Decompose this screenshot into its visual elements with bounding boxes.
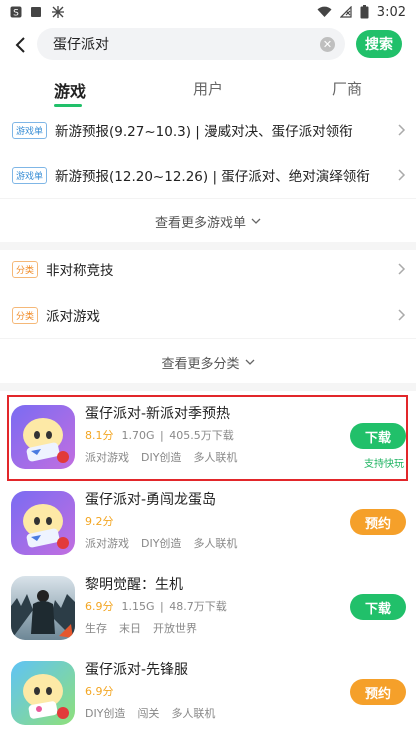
game-tag: DIY创造	[141, 537, 182, 550]
game-item[interactable]: 蛋仔派对-勇闯龙蛋岛 9.2分 派对游戏 DIY创造 多人联机 预约	[0, 483, 416, 567]
game-tags: 派对游戏 DIY创造 多人联机	[85, 449, 249, 465]
game-tags: DIY创造 闯关 多人联机	[85, 705, 227, 721]
search-input-value: 蛋仔派对	[53, 37, 109, 53]
more-game-lists-link[interactable]: 查看更多游戏单	[0, 201, 416, 241]
game-item[interactable]: 蛋仔派对-先锋服 6.9分 DIY创造 闯关 多人联机 预约	[0, 653, 416, 737]
game-name: 蛋仔派对-先锋服	[85, 662, 189, 678]
divider	[0, 198, 416, 199]
clock: 3:02	[376, 4, 406, 20]
game-tag: 闯关	[137, 707, 160, 720]
category-row[interactable]: 分类 非对称竞技	[0, 247, 416, 291]
no-signal-icon	[339, 6, 352, 18]
svg-text:S: S	[13, 9, 19, 19]
more-categories-link[interactable]: 查看更多分类	[0, 342, 416, 382]
category-title: 非对称竞技	[46, 263, 114, 279]
chevron-right-icon	[398, 263, 406, 275]
game-meta: 6.9分 1.15G | 48.7万下载	[85, 600, 227, 613]
back-button[interactable]	[10, 31, 30, 59]
more-categories-label: 查看更多分类	[161, 356, 240, 372]
clear-icon[interactable]: ✕	[320, 37, 335, 52]
game-item[interactable]: 黎明觉醒：生机 6.9分 1.15G | 48.7万下载 生存 末日 开放世界 下载	[0, 568, 416, 652]
chevron-down-icon	[251, 218, 261, 224]
game-name: 蛋仔派对-勇闯龙蛋岛	[85, 492, 217, 508]
download-button[interactable]: 下载	[350, 594, 406, 620]
category-tag: 分类	[12, 260, 39, 278]
tab-bar: 游戏 用户 厂商	[0, 66, 416, 110]
game-size: 1.15G	[121, 600, 155, 613]
chevron-right-icon	[398, 124, 406, 136]
game-tag: 开放世界	[153, 622, 197, 635]
game-tag: 多人联机	[193, 537, 238, 550]
game-tag: DIY创造	[85, 707, 126, 720]
s-box-icon: S	[10, 6, 22, 18]
battery-icon	[360, 5, 369, 19]
game-name: 黎明觉醒：生机	[85, 577, 183, 593]
divider	[0, 338, 416, 339]
reserve-button[interactable]: 预约	[350, 509, 406, 535]
search-row: 蛋仔派对 ✕ 搜索	[0, 28, 416, 62]
tab-games[interactable]: 游戏	[54, 78, 86, 102]
game-icon-eggy-pioneer	[11, 661, 75, 725]
section-divider	[0, 383, 416, 391]
game-tag: 派对游戏	[85, 451, 129, 464]
more-game-lists-label: 查看更多游戏单	[154, 215, 246, 231]
game-tag: DIY创造	[141, 451, 182, 464]
game-score: 8.1分	[85, 429, 114, 442]
game-meta: 8.1分 1.70G | 405.5万下载	[85, 429, 234, 442]
status-bar: S 3:02	[0, 0, 416, 24]
game-meta: 6.9分	[85, 683, 122, 699]
tab-indicator	[54, 104, 82, 107]
game-list-title: 新游预报(9.27~10.3) | 漫威对决、蛋仔派对领衔	[55, 124, 353, 140]
game-tag: 末日	[119, 622, 141, 635]
category-row[interactable]: 分类 派对游戏	[0, 293, 416, 337]
game-list-tag: 游戏单	[12, 166, 48, 184]
square-icon	[31, 7, 41, 17]
game-tag: 派对游戏	[85, 537, 129, 550]
category-tag: 分类	[12, 306, 39, 324]
download-button[interactable]: 下载	[350, 423, 406, 449]
firework-icon	[52, 6, 64, 18]
game-meta: 9.2分	[85, 513, 122, 529]
game-size: 1.70G	[121, 429, 155, 442]
game-item[interactable]: 蛋仔派对-新派对季预热 8.1分 1.70G | 405.5万下载 派对游戏 DIY…	[0, 397, 416, 481]
chevron-right-icon	[398, 309, 406, 321]
game-tags: 生存 末日 开放世界	[85, 620, 209, 636]
game-icon-dawn	[11, 576, 75, 640]
search-input[interactable]: 蛋仔派对 ✕	[37, 28, 345, 60]
game-list-tag: 游戏单	[12, 121, 48, 139]
game-name: 蛋仔派对-新派对季预热	[85, 406, 231, 422]
game-tag: 生存	[85, 622, 107, 635]
back-arrow-icon	[15, 37, 25, 53]
game-tag: 多人联机	[171, 707, 216, 720]
game-icon-eggy	[11, 491, 75, 555]
tab-vendors[interactable]: 厂商	[332, 78, 362, 99]
game-score: 6.9分	[85, 685, 114, 698]
tab-users[interactable]: 用户	[193, 78, 223, 99]
game-list-row[interactable]: 游戏单 新游预报(9.27~10.3) | 漫威对决、蛋仔派对领衔	[0, 108, 416, 152]
chevron-down-icon	[245, 359, 254, 365]
game-score: 9.2分	[85, 515, 114, 528]
search-button[interactable]: 搜索	[356, 30, 402, 58]
game-downloads: 405.5万下载	[169, 429, 234, 442]
game-list-title: 新游预报(12.20~12.26) | 蛋仔派对、绝对演绎领衔	[55, 169, 370, 185]
game-score: 6.9分	[85, 600, 114, 613]
reserve-button[interactable]: 预约	[350, 679, 406, 705]
quick-play-label: 支持快玩	[364, 459, 404, 470]
game-downloads: 48.7万下载	[169, 600, 227, 613]
game-tag: 多人联机	[193, 451, 238, 464]
game-tags: 派对游戏 DIY创造 多人联机	[85, 535, 249, 551]
game-list-row[interactable]: 游戏单 新游预报(12.20~12.26) | 蛋仔派对、绝对演绎领衔	[0, 153, 416, 197]
game-icon-eggy	[11, 405, 75, 469]
category-title: 派对游戏	[46, 309, 101, 325]
wifi-icon	[317, 6, 332, 18]
chevron-right-icon	[398, 169, 406, 181]
